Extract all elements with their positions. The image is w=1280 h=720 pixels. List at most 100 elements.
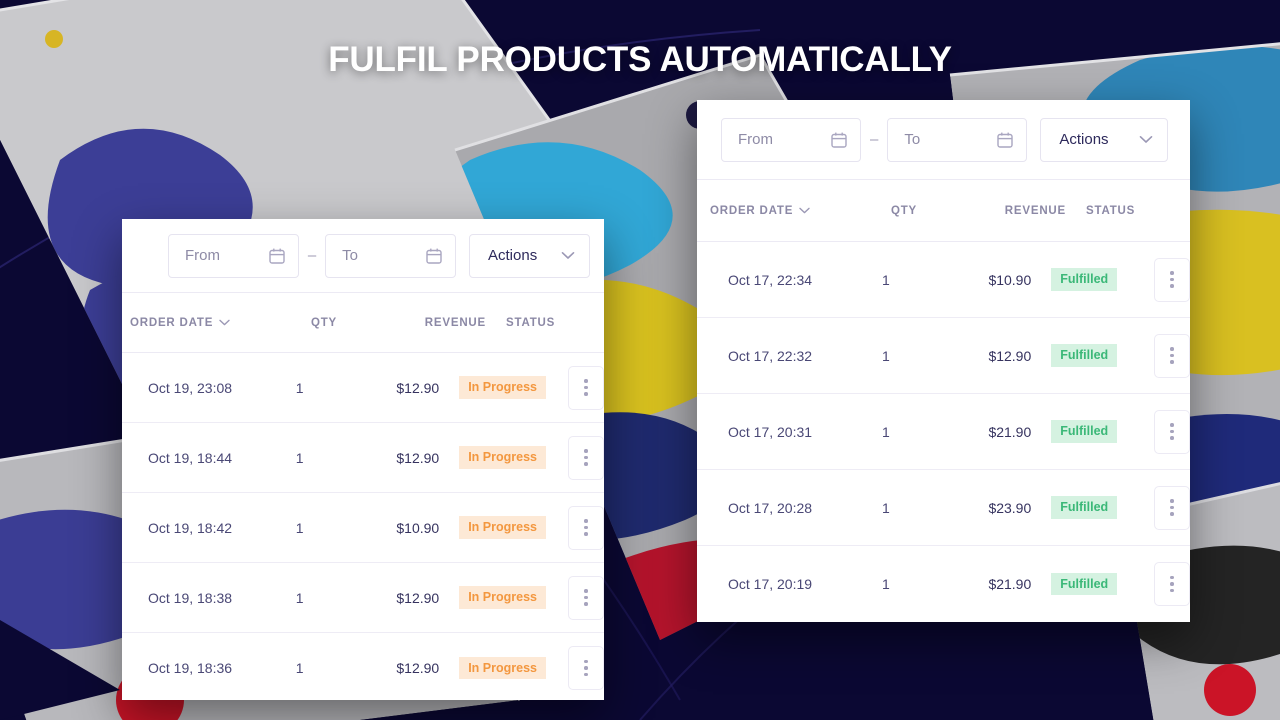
table-row[interactable]: Oct 17, 20:28 1 $23.90 Fulfilled [697, 470, 1190, 546]
table-row[interactable]: Oct 19, 18:38 1 $12.90 In Progress [122, 563, 604, 633]
kebab-dot [1170, 582, 1174, 586]
kebab-dot [1170, 512, 1174, 516]
cell-status: In Progress [439, 656, 546, 680]
cell-revenue: $12.90 [396, 379, 440, 396]
cell-revenue: $21.90 [988, 576, 1032, 592]
kebab-dot [584, 449, 588, 453]
kebab-dot [1170, 347, 1174, 351]
column-header-order-date-label: ORDER DATE [130, 316, 214, 329]
cell-qty: 1 [882, 271, 890, 288]
row-menu-button[interactable] [567, 575, 604, 620]
column-header-qty[interactable]: QTY [858, 205, 950, 217]
cell-actions [546, 575, 604, 620]
column-header-status[interactable]: STATUS [1066, 205, 1176, 217]
cell-actions [1132, 485, 1190, 530]
date-from-field[interactable]: From [721, 117, 861, 162]
cell-actions [546, 505, 604, 550]
status-badge: In Progress [459, 656, 546, 680]
column-header-status[interactable]: STATUS [486, 317, 596, 329]
cell-order-date: Oct 19, 18:42 [148, 519, 233, 536]
kebab-dot [1170, 505, 1174, 510]
column-header-order-date[interactable]: ORDER DATE [710, 205, 858, 217]
table-row[interactable]: Oct 17, 22:34 1 $10.90 Fulfilled [697, 242, 1190, 318]
orders-panel-back: From – To Actions ORDER DATE QTY REVENUE… [697, 100, 1190, 622]
table-row[interactable]: Oct 19, 18:36 1 $12.90 In Progress [122, 633, 604, 700]
row-menu-button[interactable] [567, 505, 604, 550]
orders-panel-front: From – To Actions ORDER DATE QTY REVENUE… [122, 219, 604, 700]
cell-revenue: $12.90 [396, 660, 440, 676]
chevron-down-icon [219, 319, 230, 326]
row-menu-button[interactable] [567, 646, 604, 690]
toolbar: From – To Actions [697, 100, 1190, 180]
kebab-dot [584, 379, 588, 383]
cell-status: In Progress [439, 376, 546, 399]
table-row[interactable]: Oct 19, 18:44 1 $12.90 In Progress [122, 423, 604, 493]
cell-order-date: Oct 19, 18:38 [148, 589, 233, 606]
kebab-dot [584, 532, 588, 536]
orders-table-body-front: Oct 19, 23:08 1 $12.90 In Progress Oct 1… [122, 353, 604, 700]
column-header-order-date[interactable]: ORDER DATE [130, 317, 278, 329]
kebab-dot [1170, 588, 1174, 593]
cell-status: Fulfilled [1031, 496, 1132, 519]
date-to-placeholder: To [342, 247, 359, 264]
cell-status: Fulfilled [1031, 268, 1132, 291]
table-row[interactable]: Oct 17, 20:19 1 $21.90 Fulfilled [697, 546, 1190, 622]
column-header-revenue[interactable]: REVENUE [950, 205, 1066, 217]
kebab-dot [1170, 360, 1174, 364]
toolbar: From – To Actions [122, 219, 604, 293]
date-to-field[interactable]: To [887, 117, 1028, 162]
kebab-dot [584, 659, 588, 664]
cell-revenue: $21.90 [988, 423, 1032, 440]
date-to-field[interactable]: To [325, 233, 456, 278]
cell-status: Fulfilled [1031, 344, 1132, 367]
table-row[interactable]: Oct 17, 20:31 1 $21.90 Fulfilled [697, 394, 1190, 470]
kebab-dot [584, 589, 588, 593]
status-badge: In Progress [459, 376, 546, 399]
calendar-icon[interactable] [830, 131, 848, 149]
actions-dropdown[interactable]: Actions [1040, 117, 1169, 162]
row-menu-button[interactable] [1154, 257, 1190, 302]
date-from-field[interactable]: From [168, 233, 299, 278]
cell-order-date: Oct 19, 23:08 [148, 379, 233, 396]
cell-status: In Progress [439, 446, 546, 469]
status-badge: Fulfilled [1051, 268, 1118, 291]
kebab-dot [584, 385, 588, 390]
table-row[interactable]: Oct 19, 18:42 1 $10.90 In Progress [122, 493, 604, 563]
actions-dropdown[interactable]: Actions [469, 233, 590, 278]
calendar-icon[interactable] [425, 247, 443, 265]
row-menu-button[interactable] [1154, 485, 1190, 530]
cell-order-date: Oct 17, 20:19 [728, 576, 813, 592]
status-badge: Fulfilled [1051, 420, 1118, 443]
row-menu-button[interactable] [567, 435, 604, 480]
row-menu-button[interactable] [1154, 409, 1190, 454]
cell-actions [546, 646, 604, 690]
row-menu-button[interactable] [1154, 333, 1190, 378]
kebab-dot [584, 595, 588, 600]
cell-revenue: $10.90 [396, 519, 440, 536]
row-menu-button[interactable] [1154, 562, 1190, 606]
table-row[interactable]: Oct 19, 23:08 1 $12.90 In Progress [122, 353, 604, 423]
date-range-separator: – [307, 247, 317, 264]
cell-revenue: $12.90 [988, 347, 1032, 364]
chevron-down-icon [1139, 135, 1153, 144]
column-header-qty[interactable]: QTY [278, 317, 370, 329]
kebab-dot [584, 525, 588, 530]
status-badge: In Progress [459, 516, 546, 539]
cell-order-date: Oct 17, 22:34 [728, 271, 813, 288]
cell-order-date: Oct 17, 20:31 [728, 423, 813, 440]
chevron-down-icon [799, 207, 810, 214]
kebab-dot [1170, 499, 1174, 503]
row-menu-button[interactable] [567, 365, 604, 410]
cell-qty: 1 [882, 576, 890, 592]
kebab-dot [1170, 271, 1174, 275]
status-badge: In Progress [459, 446, 546, 469]
table-row[interactable]: Oct 17, 22:32 1 $12.90 Fulfilled [697, 318, 1190, 394]
calendar-icon[interactable] [268, 247, 286, 265]
column-header-order-date-label: ORDER DATE [710, 204, 794, 217]
cell-order-date: Oct 17, 20:28 [728, 499, 813, 516]
kebab-dot [584, 666, 588, 670]
column-header-revenue[interactable]: REVENUE [370, 317, 486, 329]
calendar-icon[interactable] [996, 131, 1014, 149]
kebab-dot [584, 462, 588, 466]
cell-qty: 1 [295, 589, 304, 606]
